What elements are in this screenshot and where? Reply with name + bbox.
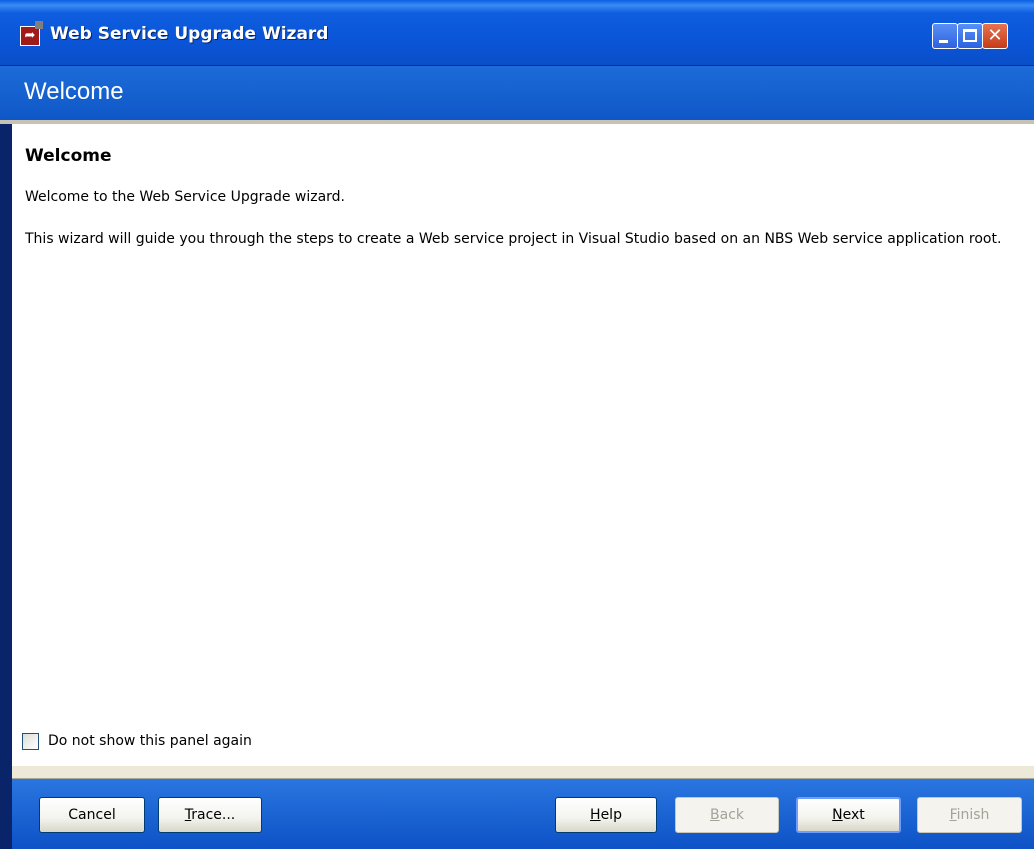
welcome-paragraph: Welcome to the Web Service Upgrade wizar…: [25, 189, 346, 205]
minimize-button[interactable]: [932, 23, 958, 49]
close-button[interactable]: ✕: [982, 23, 1008, 49]
next-button-label: ext: [842, 807, 865, 823]
page-title: Welcome: [24, 78, 124, 105]
finish-mnemonic: F: [949, 807, 957, 823]
finish-button[interactable]: Finish: [917, 797, 1022, 833]
maximize-icon: [963, 29, 977, 42]
wizard-content-panel: Welcome Welcome to the Web Service Upgra…: [12, 124, 1034, 766]
back-button-label: ack: [719, 807, 744, 823]
trace-button[interactable]: Trace...: [158, 797, 262, 833]
finish-button-label: inish: [956, 807, 990, 823]
minimize-icon: [939, 40, 948, 43]
trace-button-label: race...: [191, 807, 236, 823]
help-button-label: elp: [600, 807, 622, 823]
do-not-show-label[interactable]: Do not show this panel again: [48, 733, 252, 749]
close-icon: ✕: [987, 25, 1003, 46]
content-divider: [12, 766, 1034, 779]
window-title: Web Service Upgrade Wizard: [50, 24, 329, 44]
wizard-button-bar: Cancel Trace... Help Back Next Finish: [12, 779, 1034, 849]
back-button[interactable]: Back: [675, 797, 779, 833]
next-button[interactable]: Next: [796, 797, 901, 833]
maximize-button[interactable]: [957, 23, 983, 49]
title-bar[interactable]: ➦ Web Service Upgrade Wizard ✕: [0, 0, 1034, 66]
next-mnemonic: N: [832, 807, 843, 823]
help-button[interactable]: Help: [555, 797, 657, 833]
help-mnemonic: H: [590, 807, 601, 823]
back-mnemonic: B: [710, 807, 720, 823]
wizard-app-icon[interactable]: ➦: [20, 21, 43, 46]
description-paragraph: This wizard will guide you through the s…: [25, 231, 1002, 247]
do-not-show-checkbox[interactable]: [22, 733, 39, 750]
cancel-button[interactable]: Cancel: [39, 797, 145, 833]
wizard-window: ➦ Web Service Upgrade Wizard ✕ Welcome W…: [0, 0, 1034, 849]
wizard-header: Welcome: [0, 66, 1034, 124]
content-heading: Welcome: [25, 146, 112, 166]
cancel-button-label: Cancel: [68, 807, 116, 823]
